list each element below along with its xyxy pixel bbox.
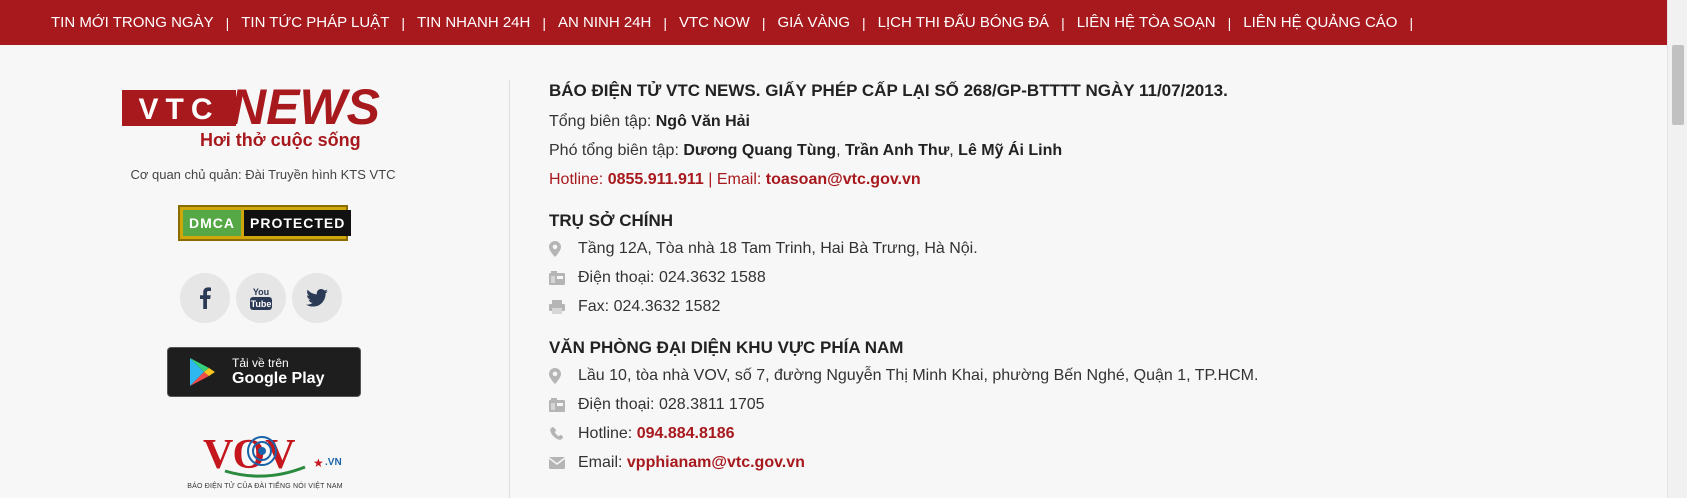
south-address-text: Lầu 10, tòa nhà VOV, số 7, đường Nguyễn … xyxy=(578,367,1259,384)
google-play-line2: Google Play xyxy=(232,369,325,387)
editor-label: Tổng biên tập: xyxy=(549,113,652,130)
hq-address: Tầng 12A, Tòa nhà 18 Tam Trinh, Hai Bà T… xyxy=(549,234,1649,263)
nav-separator: | xyxy=(1227,14,1232,31)
facebook-icon xyxy=(200,287,211,309)
printer-icon xyxy=(549,299,565,314)
deputy-name: Dương Quang Tùng xyxy=(683,142,837,159)
twitter-icon xyxy=(306,289,328,307)
nav-item-lien-he-toa-soan[interactable]: LIÊN HỆ TÒA SOẠN xyxy=(1077,14,1216,31)
social-links: You Tube xyxy=(180,273,342,323)
column-divider xyxy=(509,80,510,498)
south-email: Email: vpphianam@vtc.gov.vn xyxy=(549,448,1649,477)
deputy-name: Lê Mỹ Ái Linh xyxy=(958,142,1063,159)
south-hotline-label: Hotline: xyxy=(578,425,633,442)
vov-logo-link[interactable]: VOV ★ .VN BÁO ĐIỆN TỬ CỦA ĐÀI TIẾNG NÓI … xyxy=(165,423,365,498)
office-phone-icon xyxy=(549,270,565,285)
envelope-icon xyxy=(549,456,565,469)
facebook-button[interactable] xyxy=(180,273,230,323)
hq-phone-text: Điện thoại: 024.3632 1588 xyxy=(578,269,766,286)
nav-item-lich-thi-dau[interactable]: LỊCH THI ĐẤU BÓNG ĐÁ xyxy=(878,14,1049,31)
license-heading: BÁO ĐIỆN TỬ VTC NEWS. GIẤY PHÉP CẤP LẠI … xyxy=(549,81,1228,100)
scrollbar-thumb[interactable] xyxy=(1672,45,1684,125)
south-email-label: Email: xyxy=(578,454,623,471)
editor-line: Tổng biên tập: Ngô Văn Hải xyxy=(549,107,1649,136)
protected-label: PROTECTED xyxy=(244,210,352,236)
vtc-news-logo[interactable]: VTC NEWS Hơi thở cuộc sống xyxy=(122,79,412,155)
map-pin-icon xyxy=(549,240,561,257)
nav-item-an-ninh[interactable]: AN NINH 24H xyxy=(558,14,651,31)
contact-line: Hotline: 0855.911.911 | Email: toasoan@v… xyxy=(549,165,1649,194)
vov-caption: BÁO ĐIỆN TỬ CỦA ĐÀI TIẾNG NÓI VIỆT NAM xyxy=(187,483,343,490)
nav-separator: | xyxy=(225,14,230,31)
nav-item-tin-nhanh[interactable]: TIN NHANH 24H xyxy=(417,14,530,31)
youtube-icon: You Tube xyxy=(250,287,272,310)
svg-text:.VN: .VN xyxy=(325,457,342,468)
vov-logo-graphic: VOV ★ .VN xyxy=(203,432,342,478)
google-play-text: Tải về trên Google Play xyxy=(232,355,325,388)
svg-text:VTC: VTC xyxy=(139,93,220,126)
office-phone-icon xyxy=(549,397,565,412)
hq-address-text: Tầng 12A, Tòa nhà 18 Tam Trinh, Hai Bà T… xyxy=(578,240,978,257)
map-pin-icon xyxy=(549,367,561,384)
email-link[interactable]: toasoan@vtc.gov.vn xyxy=(766,171,921,188)
nav-separator: | xyxy=(761,14,766,31)
nav-item-vtc-now[interactable]: VTC NOW xyxy=(679,14,750,31)
google-play-download-button[interactable]: Tải về trên Google Play xyxy=(167,347,361,397)
svg-text:★: ★ xyxy=(313,456,324,470)
deputy-name: Trần Anh Thư xyxy=(844,142,950,159)
south-hotline: Hotline: 094.884.8186 xyxy=(549,419,1649,448)
svg-text:NEWS: NEWS xyxy=(230,80,380,135)
south-address: Lầu 10, tòa nhà VOV, số 7, đường Nguyễn … xyxy=(549,361,1649,390)
south-office-title: VĂN PHÒNG ĐẠI DIỆN KHU VỰC PHÍA NAM xyxy=(549,338,904,357)
nav-item-gia-vang[interactable]: GIÁ VÀNG xyxy=(777,14,850,31)
google-play-icon xyxy=(190,358,215,386)
nav-separator: | xyxy=(542,14,546,31)
top-navigation: TIN MỚI TRONG NGÀY | TIN TỨC PHÁP LUẬT |… xyxy=(0,0,1667,45)
nav-separator: | xyxy=(1061,14,1065,31)
phone-icon xyxy=(550,426,564,440)
email-label: | Email: xyxy=(708,171,762,188)
svg-text:You: You xyxy=(253,287,269,297)
hotline-link[interactable]: 0855.911.911 xyxy=(608,171,704,188)
nav-separator: | xyxy=(1409,14,1414,31)
hotline-label: Hotline: xyxy=(549,171,604,188)
hq-title: TRỤ SỞ CHÍNH xyxy=(549,211,674,230)
editor-name: Ngô Văn Hải xyxy=(655,113,750,130)
south-phone-text: Điện thoại: 028.3811 1705 xyxy=(578,396,765,413)
page-scrollbar[interactable] xyxy=(1667,0,1687,498)
owner-agency-text: Cơ quan chủ quản: Đài Truyền hình KTS VT… xyxy=(130,167,396,182)
youtube-button[interactable]: You Tube xyxy=(236,273,286,323)
vtc-news-logo-graphic: VTC NEWS Hơi thở cuộc sống xyxy=(122,79,380,150)
south-phone: Điện thoại: 028.3811 1705 xyxy=(549,390,1649,419)
svg-text:Hơi thở cuộc sống: Hơi thở cuộc sống xyxy=(200,130,361,150)
deputy-label: Phó tổng biên tập: xyxy=(549,142,679,159)
hq-fax-text: Fax: 024.3632 1582 xyxy=(578,298,721,315)
twitter-button[interactable] xyxy=(292,273,342,323)
deputy-editor-line: Phó tổng biên tập: Dương Quang Tùng, Trầ… xyxy=(549,142,1063,159)
nav-item-phap-luat[interactable]: TIN TỨC PHÁP LUẬT xyxy=(241,14,389,31)
footer-left-column: VTC NEWS Hơi thở cuộc sống Cơ quan chủ q… xyxy=(110,45,416,498)
nav-separator: | xyxy=(401,14,405,31)
footer-info-column: BÁO ĐIỆN TỬ VTC NEWS. GIẤY PHÉP CẤP LẠI … xyxy=(549,80,1649,477)
dmca-label: DMCA xyxy=(183,210,241,236)
google-play-line1: Tải về trên xyxy=(232,355,289,370)
nav-item-lien-he-quang-cao[interactable]: LIÊN HỆ QUẢNG CÁO xyxy=(1243,14,1397,31)
vov-logo: VOV ★ .VN xyxy=(165,423,365,481)
nav-separator: | xyxy=(862,14,866,31)
south-hotline-link[interactable]: 094.884.8186 xyxy=(637,419,735,448)
south-email-link[interactable]: vpphianam@vtc.gov.vn xyxy=(627,448,805,477)
hq-fax: Fax: 024.3632 1582 xyxy=(549,292,1649,321)
nav-separator: | xyxy=(663,14,667,31)
hq-phone: Điện thoại: 024.3632 1588 xyxy=(549,263,1649,292)
nav-item-tin-moi[interactable]: TIN MỚI TRONG NGÀY xyxy=(51,14,214,31)
svg-text:Tube: Tube xyxy=(251,299,272,309)
dmca-protected-badge[interactable]: DMCA PROTECTED xyxy=(178,205,352,241)
